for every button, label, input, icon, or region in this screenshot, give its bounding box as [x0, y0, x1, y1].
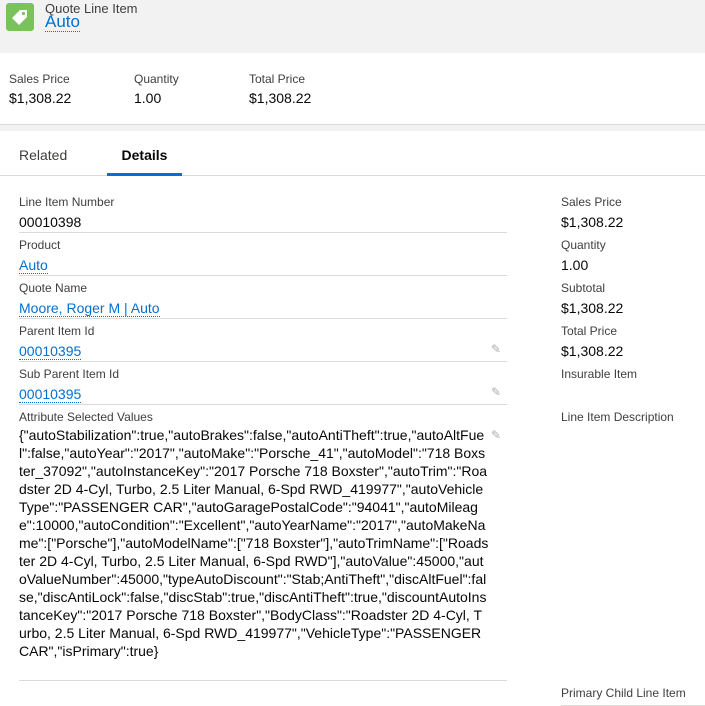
field-attribute-selected-values: Attribute Selected Values {"autoStabiliz… — [19, 410, 507, 681]
tab-details[interactable]: Details — [107, 131, 182, 176]
field-label: Product — [19, 238, 61, 252]
field-label: Subtotal — [561, 281, 606, 295]
highlight-total-price: Total Price $1,308.22 — [249, 72, 311, 106]
field-value: {"autoStabilization":true,"autoBrakes":f… — [19, 427, 489, 659]
field-label: Sales Price — [561, 195, 622, 209]
field-label: Line Item Number — [19, 195, 115, 209]
field-label: Quote Name — [19, 281, 88, 295]
highlight-quantity: Quantity 1.00 — [134, 72, 179, 106]
field-label: Primary Child Line Item — [561, 686, 686, 700]
field-value: $1,308.22 — [561, 300, 624, 316]
field-label: Parent Item Id — [19, 324, 95, 338]
field-label: Insurable Item — [561, 367, 638, 381]
field-sub-parent-item-id: Sub Parent Item Id 00010395 ✎ — [19, 367, 507, 405]
highlight-label: Total Price — [249, 72, 306, 86]
product-link[interactable]: Auto — [19, 257, 48, 274]
field-value: $1,308.22 — [561, 343, 624, 359]
field-insurable-item: Insurable Item — [561, 367, 705, 385]
field-parent-item-id: Parent Item Id 00010395 ✎ — [19, 324, 507, 362]
field-label: Sub Parent Item Id — [19, 367, 120, 381]
field-line-item-description: Line Item Description — [561, 410, 705, 428]
field-quantity: Quantity 1.00 — [561, 238, 705, 274]
field-label: Quantity — [561, 238, 606, 252]
highlight-sales-price: Sales Price $1,308.22 — [9, 72, 71, 106]
field-label: Total Price — [561, 324, 618, 338]
field-label: Attribute Selected Values — [19, 410, 153, 424]
highlight-label: Quantity — [134, 72, 179, 86]
field-value: $1,308.22 — [561, 214, 624, 230]
field-quote-name: Quote Name Moore, Roger M | Auto — [19, 281, 507, 319]
highlight-value: $1,308.22 — [9, 90, 72, 106]
highlight-label: Sales Price — [9, 72, 70, 86]
edit-pencil-icon[interactable]: ✎ — [491, 386, 503, 398]
tab-related[interactable]: Related — [19, 131, 67, 175]
field-line-item-number: Line Item Number 00010398 — [19, 195, 507, 233]
record-title[interactable]: Auto — [45, 13, 80, 32]
field-primary-child-line-item: Primary Child Line Item — [561, 686, 705, 706]
highlight-value: $1,308.22 — [249, 90, 312, 106]
quote-name-link[interactable]: Moore, Roger M | Auto — [19, 300, 160, 317]
record-header: Quote Line Item Auto — [0, 0, 705, 53]
edit-pencil-icon[interactable]: ✎ — [491, 429, 503, 441]
sub-parent-item-link[interactable]: 00010395 — [19, 386, 82, 403]
highlight-value: 1.00 — [134, 90, 162, 106]
highlights-panel: Sales Price $1,308.22 Quantity 1.00 Tota… — [0, 53, 705, 125]
parent-item-link[interactable]: 00010395 — [19, 343, 82, 360]
field-total-price: Total Price $1,308.22 — [561, 324, 705, 360]
edit-pencil-icon[interactable]: ✎ — [491, 343, 503, 355]
field-value: 00010398 — [19, 214, 82, 230]
field-value: 1.00 — [561, 257, 589, 273]
field-label: Line Item Description — [561, 410, 674, 424]
field-product: Product Auto — [19, 238, 507, 276]
tab-bar: Related Details — [0, 131, 705, 176]
field-sales-price: Sales Price $1,308.22 — [561, 195, 705, 231]
field-subtotal: Subtotal $1,308.22 — [561, 281, 705, 317]
price-tag-icon — [6, 3, 34, 31]
